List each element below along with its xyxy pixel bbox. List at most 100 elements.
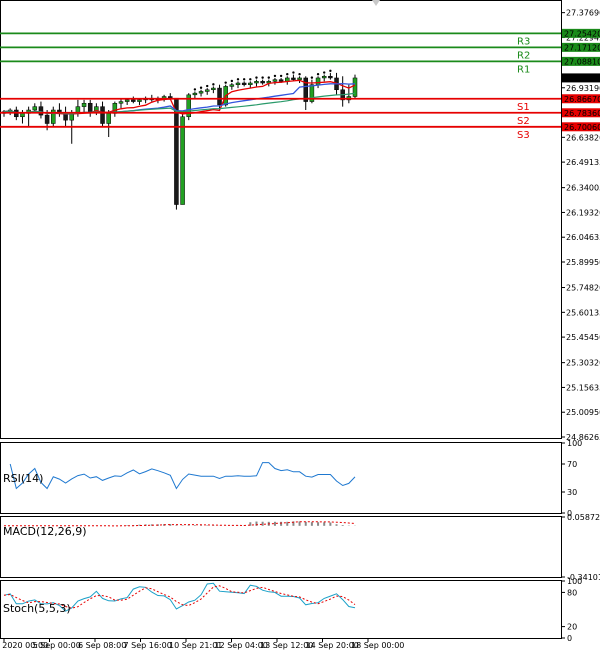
sar-dot <box>323 71 326 74</box>
level-price-text: 27.17120 <box>564 43 600 52</box>
main-pane-frame <box>0 0 562 439</box>
scroll-marker-icon[interactable] <box>372 0 380 6</box>
rsi-line <box>9 462 356 490</box>
candle-body[interactable] <box>192 92 198 96</box>
candle-body[interactable] <box>217 87 222 106</box>
sar-dot <box>261 76 264 79</box>
candle-body[interactable] <box>106 113 111 124</box>
stoch-title: Stoch(5,5,3) <box>3 602 71 615</box>
sar-dot <box>255 76 258 79</box>
candle-body[interactable] <box>260 81 265 84</box>
sar-dot <box>316 73 320 76</box>
level-label-s2: S2 <box>517 116 530 127</box>
candle-body[interactable] <box>278 79 284 82</box>
level-price-text: 27.25420 <box>564 29 600 38</box>
candle-body[interactable] <box>241 82 247 85</box>
level-price-text: 26.70060 <box>564 123 600 132</box>
price-tick-label: 26.34005 <box>566 184 600 193</box>
sar-dot <box>267 76 270 79</box>
price-tick-label: 26.49135 <box>566 158 600 167</box>
price-tick-label: 25.30320 <box>566 359 600 368</box>
price-tick-label: 26.04635 <box>566 233 600 242</box>
candle-body[interactable] <box>204 89 210 92</box>
sar-dot <box>224 81 227 84</box>
time-tick-label: 18 Sep 00:00 <box>351 641 404 650</box>
candle-body[interactable] <box>321 76 327 79</box>
sar-dot <box>230 79 234 83</box>
candle-body[interactable] <box>44 114 50 124</box>
sar-dot <box>286 73 289 76</box>
level-price-text: 26.78360 <box>564 109 600 118</box>
sar-dot <box>199 86 203 89</box>
price-tick-label: 25.15635 <box>566 383 600 392</box>
stoch-tick-label: 100 <box>567 577 582 586</box>
candle-body[interactable] <box>38 106 44 116</box>
price-tick-label: 26.19320 <box>566 208 600 217</box>
price-tick-label: 25.45450 <box>566 333 600 342</box>
level-label-r3: R3 <box>517 36 530 47</box>
candle-body[interactable] <box>174 97 179 205</box>
ma-fast-line <box>3 79 356 115</box>
level-price-text: 27.08810 <box>564 57 600 66</box>
candle-body[interactable] <box>328 76 333 79</box>
rsi-pane-frame <box>0 442 562 514</box>
sar-dot <box>279 74 283 78</box>
candle-body[interactable] <box>254 81 259 84</box>
macd-title: MACD(12,26,9) <box>3 525 87 538</box>
price-tick-label: 25.74820 <box>566 284 600 293</box>
candle-body[interactable] <box>248 82 253 85</box>
candle-body[interactable] <box>100 106 105 124</box>
candle-body[interactable] <box>211 87 216 91</box>
sar-dot <box>236 78 240 81</box>
candle-body[interactable] <box>124 99 130 102</box>
candle-body[interactable] <box>131 99 136 102</box>
sar-dot <box>212 83 215 86</box>
candle-body[interactable] <box>229 84 235 87</box>
sar-dot <box>193 88 197 91</box>
sar-dot <box>292 71 295 74</box>
price-tick-label: 26.63820 <box>566 133 600 142</box>
stoch-tick-label: 80 <box>567 588 577 597</box>
stoch-pane-frame <box>0 580 562 639</box>
candle-body[interactable] <box>235 82 241 85</box>
time-tick-label: 5 Sep 00:00 <box>33 641 81 650</box>
price-tick-label: 25.60135 <box>566 308 600 317</box>
macd-tick-label: 0.058729 <box>567 513 600 522</box>
candle-body[interactable] <box>118 101 124 104</box>
time-tick-label: 6 Sep 08:00 <box>78 641 126 650</box>
candle-body[interactable] <box>32 106 38 111</box>
sar-dot <box>242 78 246 81</box>
candle-body[interactable] <box>272 79 278 82</box>
time-tick-label: 7 Sep 16:00 <box>124 641 172 650</box>
candle-body[interactable] <box>291 77 296 80</box>
candle-body[interactable] <box>20 113 25 118</box>
rsi-tick-label: 100 <box>567 439 582 448</box>
level-label-s1: S1 <box>517 102 530 113</box>
level-label-r2: R2 <box>517 50 530 61</box>
level-label-r1: R1 <box>517 64 530 75</box>
current-price-text: 26.99025 <box>564 74 600 83</box>
price-tick-label: 25.00950 <box>566 408 600 417</box>
level-label-s3: S3 <box>517 130 530 141</box>
rsi-tick-label: 70 <box>567 460 577 469</box>
candle-body[interactable] <box>81 103 87 107</box>
candle-body[interactable] <box>87 103 93 112</box>
sar-dot <box>329 69 332 73</box>
candle-body[interactable] <box>315 77 321 85</box>
stoch-tick-label: 0 <box>567 634 572 643</box>
rsi-tick-label: 30 <box>567 488 577 497</box>
rsi-title: RSI(14) <box>3 472 43 485</box>
stoch-tick-label: 20 <box>567 623 577 632</box>
candle-body[interactable] <box>297 77 302 80</box>
price-tick-label: 27.37690 <box>566 9 600 18</box>
candle-body[interactable] <box>137 99 142 102</box>
sar-dot <box>249 78 252 81</box>
sar-dot <box>298 73 301 76</box>
price-tick-label: 26.93190 <box>566 84 600 93</box>
candle-body[interactable] <box>198 91 204 94</box>
candle-body[interactable] <box>180 116 185 205</box>
sar-dot <box>273 74 277 78</box>
price-chart[interactable]: 27.3769027.2294526.9319026.7844526.63820… <box>0 0 600 653</box>
level-price-text: 26.86670 <box>564 95 600 104</box>
sar-dot <box>310 76 314 79</box>
